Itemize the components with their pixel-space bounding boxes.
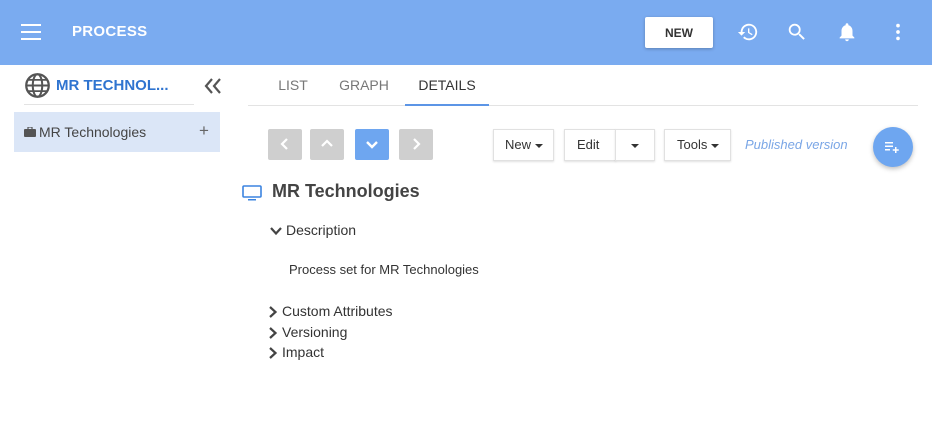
caret-down-icon: [631, 143, 639, 148]
section-label: Impact: [282, 344, 325, 360]
section-label: Versioning: [282, 324, 348, 340]
new-button[interactable]: NEW: [645, 17, 713, 48]
search-icon[interactable]: [786, 21, 808, 43]
briefcase-icon: [24, 127, 36, 137]
tree-item-label: MR Technologies: [39, 124, 147, 140]
edit-label: Edit: [577, 137, 600, 152]
section-label: Description: [286, 222, 357, 238]
sidebar-title[interactable]: MR TECHNOL...: [56, 77, 169, 94]
detail-title: MR Technologies: [272, 181, 420, 201]
section-label: Custom Attributes: [282, 303, 393, 319]
collapse-sidebar-icon[interactable]: [203, 77, 223, 95]
published-version-label: Published version: [745, 137, 848, 152]
tab-graph[interactable]: GRAPH: [332, 65, 396, 106]
tab-list[interactable]: LIST: [264, 65, 322, 106]
chevron-down-icon: [366, 141, 378, 149]
caret-down-icon: [711, 143, 720, 148]
chevron-right-icon: [269, 306, 278, 318]
section-custom-attributes[interactable]: Custom Attributes: [267, 303, 427, 321]
tab-details[interactable]: DETAILS: [405, 65, 489, 106]
chevron-right-icon: [413, 138, 421, 150]
caret-down-icon: [535, 143, 544, 148]
chevron-right-icon: [269, 347, 278, 359]
monitor-icon: [242, 185, 262, 201]
tree-item-mr-technologies[interactable]: MR Technologies +: [14, 112, 220, 152]
app-bar: PROCESS NEW: [0, 0, 932, 65]
description-text: Process set for MR Technologies: [289, 262, 479, 277]
tools-label: Tools: [677, 137, 708, 152]
section-versioning[interactable]: Versioning: [267, 324, 427, 342]
app-title: PROCESS: [72, 23, 148, 40]
section-description[interactable]: Description: [270, 222, 430, 240]
chevron-left-icon: [280, 138, 288, 150]
nav-right-button[interactable]: [399, 129, 433, 160]
nav-left-button[interactable]: [268, 129, 302, 160]
sidebar-header: MR TECHNOL...: [24, 71, 194, 105]
chevron-right-icon: [269, 327, 278, 339]
section-impact[interactable]: Impact: [267, 344, 427, 362]
new-dropdown-button[interactable]: New: [493, 129, 554, 161]
nav-up-button[interactable]: [310, 129, 344, 160]
new-dropdown-label: New: [505, 137, 532, 152]
more-vert-icon[interactable]: [887, 21, 909, 43]
tools-dropdown-button[interactable]: Tools: [664, 129, 731, 161]
nav-down-button[interactable]: [355, 129, 389, 160]
menu-icon[interactable]: [21, 24, 41, 40]
add-note-fab[interactable]: [873, 127, 913, 167]
edit-button[interactable]: Edit: [564, 129, 616, 161]
view-tabs: LIST GRAPH DETAILS: [248, 65, 918, 106]
chevron-down-icon: [270, 227, 282, 236]
bell-icon[interactable]: [836, 21, 858, 43]
globe-icon: [25, 73, 50, 98]
playlist-add-icon: [885, 142, 899, 153]
chevron-up-icon: [321, 139, 333, 147]
history-icon[interactable]: [737, 21, 759, 43]
add-child-button[interactable]: +: [199, 121, 209, 141]
edit-dropdown-toggle[interactable]: [615, 129, 655, 161]
